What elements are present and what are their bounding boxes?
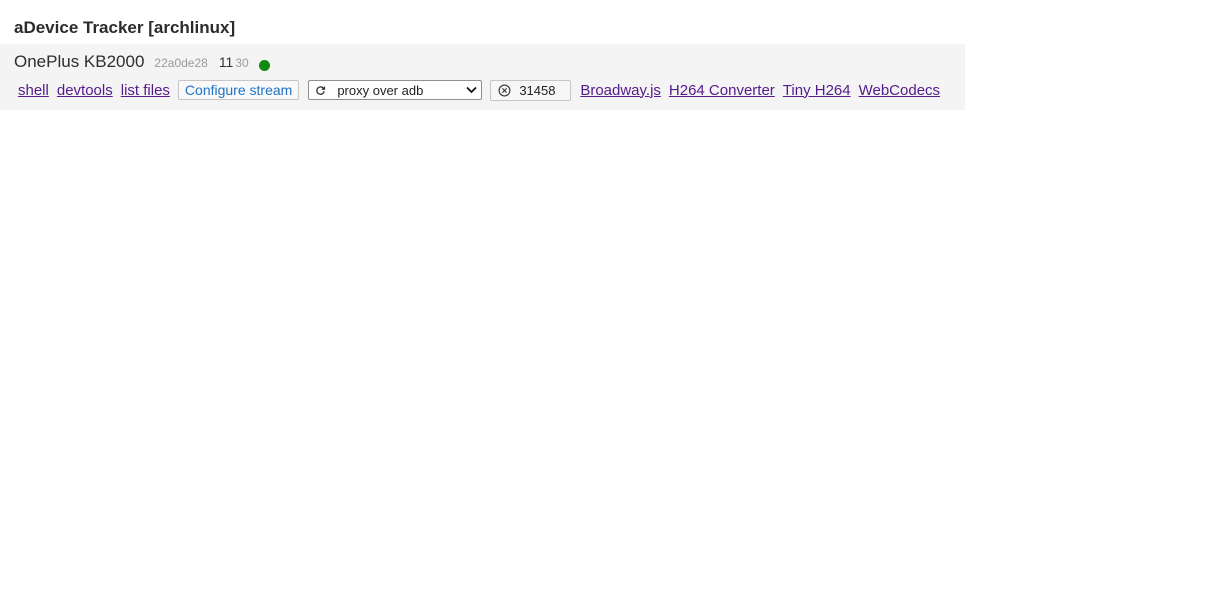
interface-select-value: proxy over adb: [337, 82, 424, 98]
device-serial: 22a0de28: [154, 56, 208, 70]
page: aDevice Tracker [archlinux] OnePlus KB20…: [0, 0, 1217, 607]
h264-converter-link[interactable]: H264 Converter: [669, 82, 775, 99]
interface-select[interactable]: proxy over adb: [308, 80, 483, 100]
tiny-h264-link[interactable]: Tiny H264: [783, 82, 851, 99]
chevron-down-icon: [463, 86, 479, 94]
tracker-title: aDevice Tracker [archlinux]: [14, 18, 236, 37]
port-field[interactable]: 31458: [490, 79, 572, 101]
close-circle-icon[interactable]: [496, 84, 512, 97]
device-header: OnePlus KB2000 22a0de28 11 30: [14, 52, 270, 74]
refresh-icon[interactable]: [309, 81, 331, 99]
device-sdk-version: 30: [235, 56, 249, 70]
configure-stream-button[interactable]: Configure stream: [177, 80, 300, 100]
device-name: OnePlus KB2000: [14, 52, 145, 71]
shell-link[interactable]: shell: [18, 82, 49, 99]
broadway-link[interactable]: Broadway.js: [580, 82, 661, 99]
device-panel: OnePlus KB2000 22a0de28 11 30 shell devt…: [0, 44, 965, 110]
webcodecs-link[interactable]: WebCodecs: [859, 82, 940, 99]
device-status-dot: [258, 59, 270, 71]
devtools-link[interactable]: devtools: [57, 82, 113, 99]
port-value: 31458: [519, 82, 556, 98]
device-release-version: 11: [218, 54, 234, 70]
list-files-link[interactable]: list files: [121, 82, 170, 99]
device-actions: shell devtools list files Configure stre…: [18, 79, 948, 101]
